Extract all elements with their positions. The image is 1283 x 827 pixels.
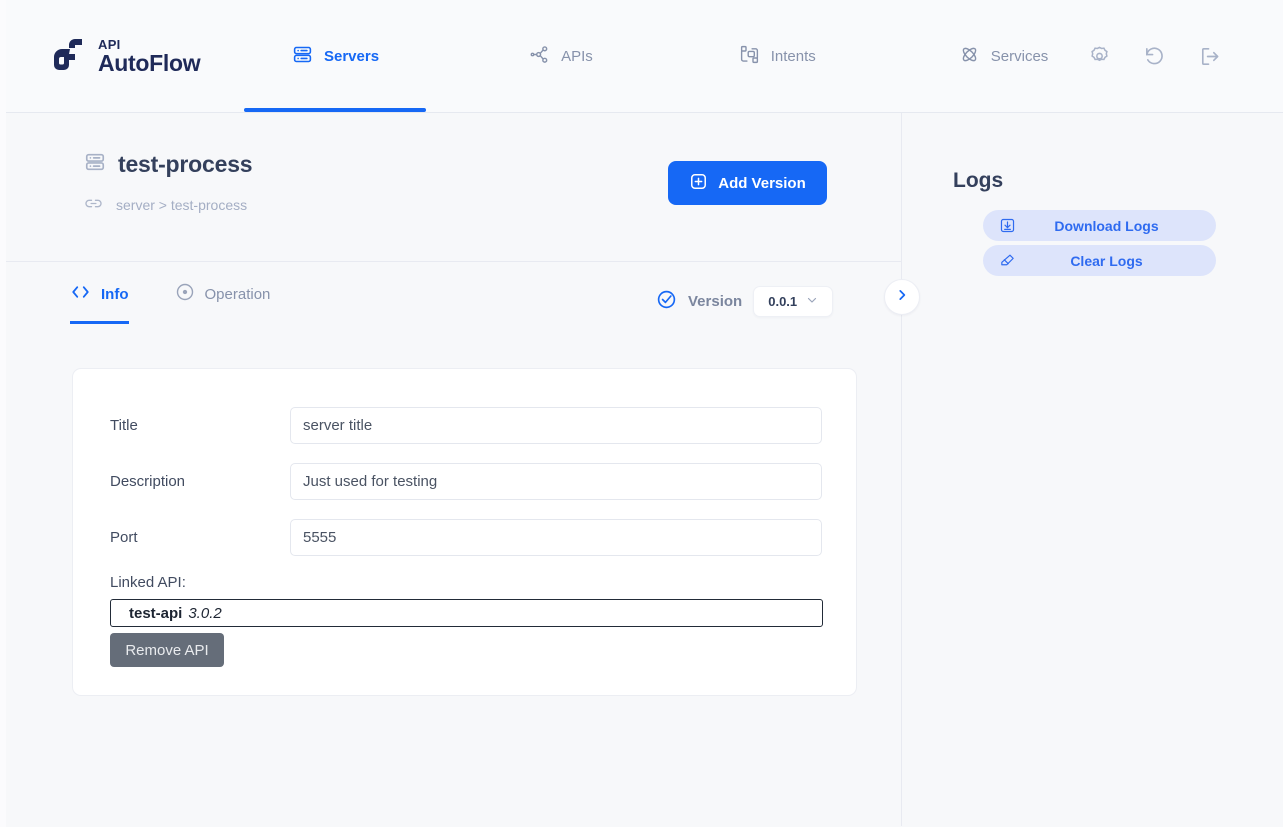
title-input[interactable] [290,407,822,444]
form-field-description: Description [110,463,856,500]
tab-info[interactable]: Info [70,282,129,324]
app-root: API AutoFlow Servers APIs Intents Servic… [0,0,1283,827]
remove-api-button[interactable]: Remove API [110,633,224,667]
brand-name-label: AutoFlow [98,49,201,76]
nav-item-label-intents: Intents [770,47,816,65]
logs-title: Logs [953,169,1004,192]
version-label: Version [688,293,743,310]
header-actions [1088,45,1221,68]
form-field-port: Port [110,519,856,556]
tab-label-info: Info [101,285,129,303]
nav-item-apis[interactable]: APIs [525,0,597,112]
download-logs-button[interactable]: Download Logs [983,210,1216,241]
app-header: API AutoFlow Servers APIs Intents Servic… [6,0,1283,113]
code-brackets-icon [70,283,91,305]
add-version-label: Add Version [718,174,806,192]
link-icon [84,194,103,216]
info-form-card: Title Description Port Linked API: test-… [72,368,857,696]
server-icon [292,44,313,69]
page-title-row: test-process [84,151,253,178]
nav-item-intents[interactable]: Intents [735,0,820,112]
intents-boxes-icon [739,44,760,69]
field-label-title: Title [110,417,138,434]
tab-active-underline [70,321,129,324]
download-box-icon [999,217,1016,234]
autoflow-logo-mark-icon [52,37,92,76]
field-label-port: Port [110,529,138,546]
page-title: test-process [118,151,253,177]
tabs-row: Info Operation Version 0.0.1 [6,262,901,348]
chevron-right-icon [895,288,909,307]
breadcrumb: server > test-process [84,194,247,216]
add-version-button[interactable]: Add Version [668,161,827,205]
eraser-icon [999,252,1016,269]
clear-logs-label: Clear Logs [1070,252,1143,269]
nav-item-label-services: Services [990,47,1049,65]
field-label-description: Description [110,473,186,490]
port-input[interactable] [290,519,822,556]
brand-logo[interactable]: API AutoFlow [52,37,242,76]
linked-api-section: Linked API: test-api 3.0.2 Remove API [110,574,856,667]
logs-panel: Logs Download Logs Clear Logs [902,113,1283,826]
version-selector-row: Version 0.0.1 [656,286,834,317]
description-input[interactable] [290,463,822,500]
plus-square-icon [689,172,708,195]
tab-operation[interactable]: Operation [175,282,271,324]
breadcrumb-text: server > test-process [116,197,248,213]
main-nav: Servers APIs Intents Services [242,0,1088,112]
linked-api-label: Linked API: [110,574,186,591]
tab-label-operation: Operation [204,285,271,303]
nav-active-underline [244,108,427,112]
download-logs-label: Download Logs [1054,217,1159,234]
logout-icon[interactable] [1198,45,1221,68]
panel-toggle-button[interactable] [884,279,920,315]
history-undo-icon[interactable] [1143,45,1166,68]
linked-api-row[interactable]: test-api 3.0.2 [110,599,823,627]
version-selected-value: 0.0.1 [768,294,798,309]
settings-icon[interactable] [1088,45,1111,68]
nav-item-services[interactable]: Services [955,0,1053,112]
linked-api-version: 3.0.2 [188,604,222,622]
linked-api-name: test-api [129,604,183,622]
nav-item-label-servers: Servers [324,47,380,65]
brand-small-label: API [98,36,121,52]
clear-logs-button[interactable]: Clear Logs [983,245,1216,276]
check-circle-icon [656,289,677,315]
detail-panel: test-process server > test-process Add V… [6,113,901,826]
form-field-title: Title [110,407,856,444]
dot-circle-icon [175,282,195,306]
services-atom-icon [959,44,980,69]
detail-tabs: Info Operation [70,282,270,324]
page-header: test-process server > test-process Add V… [6,113,901,262]
nav-item-label-apis: APIs [561,47,593,65]
version-select[interactable]: 0.0.1 [753,286,834,317]
server-icon [84,151,106,178]
app-body: test-process server > test-process Add V… [6,113,1283,826]
api-network-icon [529,44,550,69]
nav-item-servers[interactable]: Servers [244,0,427,112]
chevron-down-icon [806,294,818,309]
